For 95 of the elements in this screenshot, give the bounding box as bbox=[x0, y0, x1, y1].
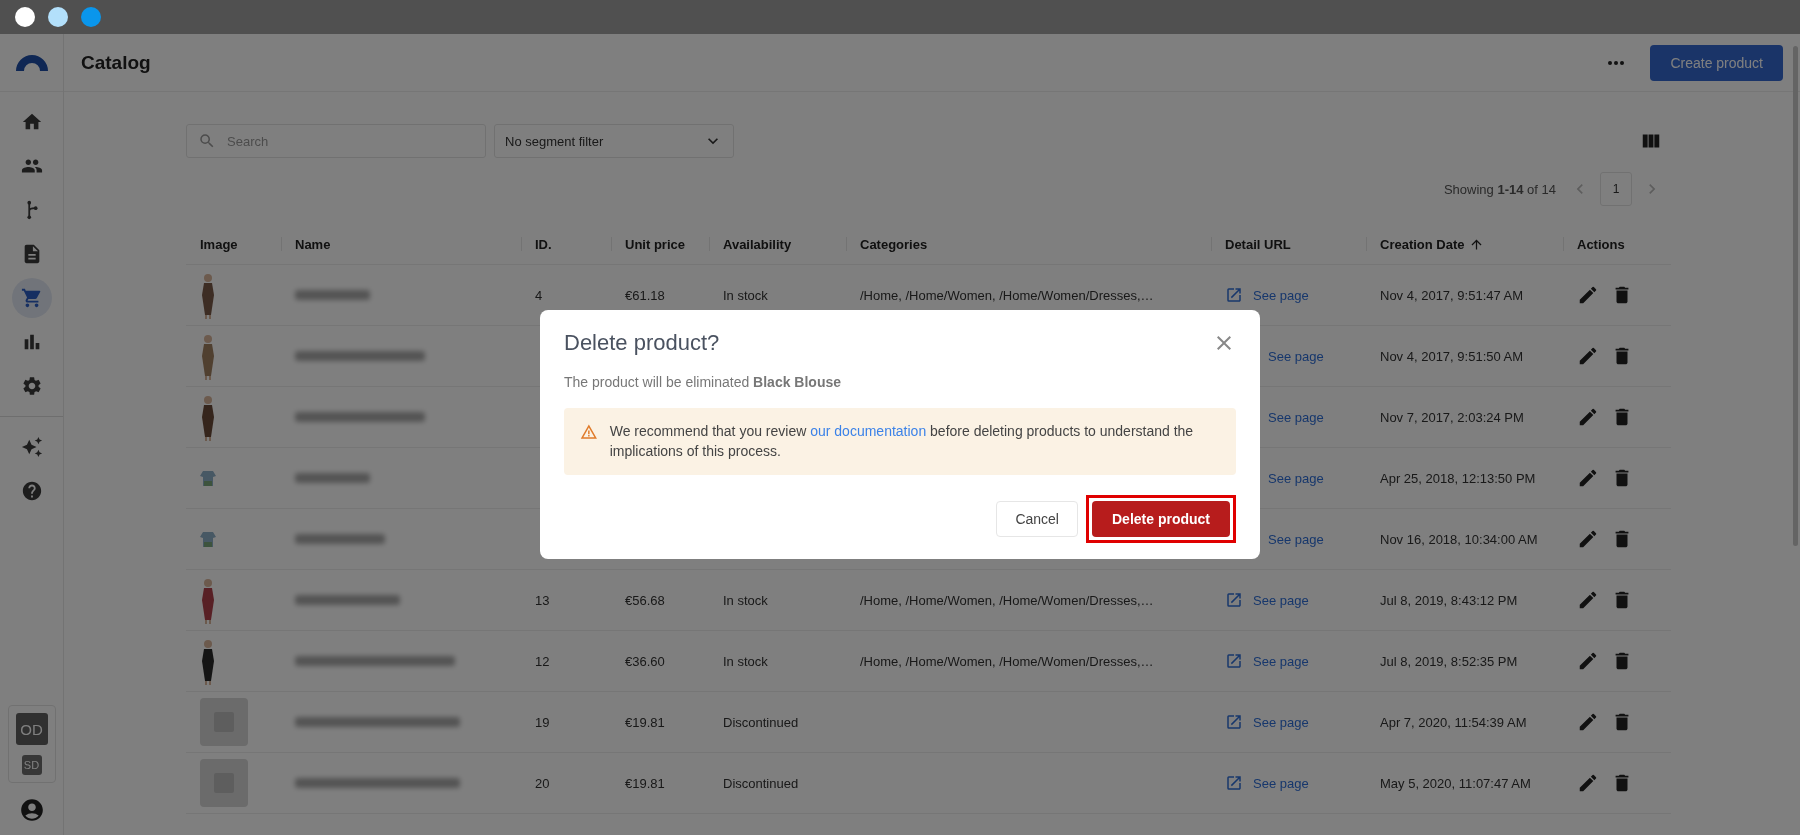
see-page-link[interactable]: See page bbox=[1225, 652, 1309, 670]
dialog-title: Delete product? bbox=[564, 330, 720, 356]
nav-item[interactable] bbox=[11, 278, 52, 318]
table-cell: /Home, /Home/Women, /Home/Women/Dresses,… bbox=[860, 653, 1154, 669]
documentation-link[interactable]: our documentation bbox=[810, 423, 927, 439]
edit-button[interactable] bbox=[1577, 772, 1599, 794]
table-cell: In stock bbox=[723, 287, 768, 303]
segment-filter-dropdown[interactable]: No segment filter bbox=[494, 124, 734, 158]
window-control[interactable] bbox=[15, 7, 35, 27]
cancel-button[interactable]: Cancel bbox=[996, 501, 1078, 537]
table-cell: /Home, /Home/Women, /Home/Women/Dresses,… bbox=[860, 592, 1154, 608]
scrollbar[interactable] bbox=[1793, 46, 1798, 546]
window-control[interactable] bbox=[48, 7, 68, 27]
edit-icon bbox=[1577, 528, 1599, 550]
table-cell: €19.81 bbox=[625, 714, 665, 730]
see-page-link[interactable]: See page bbox=[1268, 470, 1324, 486]
table-cell: Jul 8, 2019, 8:43:12 PM bbox=[1380, 592, 1518, 608]
see-page-link[interactable]: See page bbox=[1268, 531, 1324, 547]
edit-icon bbox=[1577, 650, 1599, 672]
cart-icon bbox=[20, 287, 43, 309]
pagination-summary: Showing 1-14 of 14 bbox=[1443, 181, 1556, 197]
search-icon bbox=[198, 132, 216, 150]
see-page-link[interactable]: See page bbox=[1225, 774, 1309, 792]
see-page-link[interactable]: See page bbox=[1268, 348, 1324, 364]
see-page-link[interactable]: See page bbox=[1225, 591, 1309, 609]
table-cell: 12 bbox=[535, 653, 550, 669]
table-cell: €36.60 bbox=[625, 653, 665, 669]
table-cell: Apr 25, 2018, 12:13:50 PM bbox=[1380, 470, 1536, 486]
edit-icon bbox=[1577, 711, 1599, 733]
settings-icon bbox=[20, 375, 43, 397]
table-cell: /Home, /Home/Women, /Home/Women/Dresses,… bbox=[860, 287, 1154, 303]
external-link-icon bbox=[1225, 652, 1243, 670]
table-cell: Nov 4, 2017, 9:51:50 AM bbox=[1380, 348, 1524, 364]
edit-button[interactable] bbox=[1577, 345, 1599, 367]
table-cell: Nov 4, 2017, 9:51:47 AM bbox=[1380, 287, 1524, 303]
warning-text: We recommend that you review our documentation before deleting products to understand the implications of this process. bbox=[609, 422, 1195, 461]
logo bbox=[15, 54, 48, 71]
edit-button[interactable] bbox=[1577, 589, 1599, 611]
column-header[interactable]: Name bbox=[281, 224, 521, 265]
column-header[interactable]: Detail URL bbox=[1211, 224, 1366, 265]
column-header[interactable]: Availability bbox=[709, 224, 846, 265]
dialog-message: The product will be eliminated Black Blouse bbox=[564, 374, 843, 390]
edit-icon bbox=[1577, 772, 1599, 794]
external-link-icon bbox=[1225, 286, 1243, 304]
table-cell: 20 bbox=[535, 775, 550, 791]
workspace-badge[interactable]: OD bbox=[15, 713, 48, 745]
edit-button[interactable] bbox=[1577, 650, 1599, 672]
delete-product-button[interactable]: Delete product bbox=[1092, 501, 1230, 537]
table-cell: 19 bbox=[535, 714, 550, 730]
table-cell: €56.68 bbox=[625, 592, 665, 608]
create-product-button[interactable]: Create product bbox=[1650, 44, 1783, 81]
edit-icon bbox=[1577, 589, 1599, 611]
external-link-icon bbox=[1225, 713, 1243, 731]
edit-icon bbox=[1577, 345, 1599, 367]
table-cell: Discontinued bbox=[723, 714, 799, 730]
workspace-badge[interactable]: SD bbox=[21, 755, 42, 775]
column-header[interactable]: Unit price bbox=[611, 224, 709, 265]
table-cell: 13 bbox=[535, 592, 550, 608]
table-cell: May 5, 2020, 11:07:47 AM bbox=[1380, 775, 1531, 791]
help-icon bbox=[20, 480, 43, 502]
table-cell: 4 bbox=[535, 287, 543, 303]
external-link-icon bbox=[1225, 591, 1243, 609]
see-page-link[interactable]: See page bbox=[1225, 286, 1309, 304]
edit-icon bbox=[1577, 467, 1599, 489]
edit-button[interactable] bbox=[1577, 711, 1599, 733]
table-cell: €61.18 bbox=[625, 287, 665, 303]
account-icon bbox=[18, 797, 45, 823]
page-number[interactable]: 1 bbox=[1600, 172, 1632, 206]
edit-button[interactable] bbox=[1577, 406, 1599, 428]
table-cell: In stock bbox=[723, 592, 768, 608]
table-cell: Apr 7, 2020, 11:54:39 AM bbox=[1380, 714, 1527, 730]
edit-icon bbox=[1577, 284, 1599, 306]
table-cell: €19.81 bbox=[625, 775, 665, 791]
column-header[interactable]: ID. bbox=[521, 224, 611, 265]
table-cell: Jul 8, 2019, 8:52:35 PM bbox=[1380, 653, 1518, 669]
see-page-link[interactable]: See page bbox=[1225, 713, 1309, 731]
column-header[interactable]: Categories bbox=[846, 224, 1211, 265]
edit-button[interactable] bbox=[1577, 284, 1599, 306]
page-title: Catalog bbox=[81, 51, 152, 74]
more-icon bbox=[1608, 60, 1625, 65]
table-cell: In stock bbox=[723, 653, 768, 669]
column-header[interactable]: Image bbox=[186, 224, 281, 265]
column-header[interactable]: Creation Date bbox=[1366, 224, 1563, 265]
see-page-link[interactable]: See page bbox=[1268, 409, 1324, 425]
sparkles-icon bbox=[20, 436, 43, 458]
account-button[interactable] bbox=[18, 797, 45, 823]
external-link-icon bbox=[1225, 774, 1243, 792]
table-cell: Nov 16, 2018, 10:34:00 AM bbox=[1380, 531, 1538, 547]
table-cell: Discontinued bbox=[723, 775, 799, 791]
edit-button[interactable] bbox=[1577, 467, 1599, 489]
column-header[interactable]: Actions bbox=[1563, 224, 1671, 265]
more-button[interactable] bbox=[1608, 60, 1625, 65]
table-cell: Nov 7, 2017, 2:03:24 PM bbox=[1380, 409, 1524, 425]
edit-icon bbox=[1577, 406, 1599, 428]
edit-button[interactable] bbox=[1577, 528, 1599, 550]
